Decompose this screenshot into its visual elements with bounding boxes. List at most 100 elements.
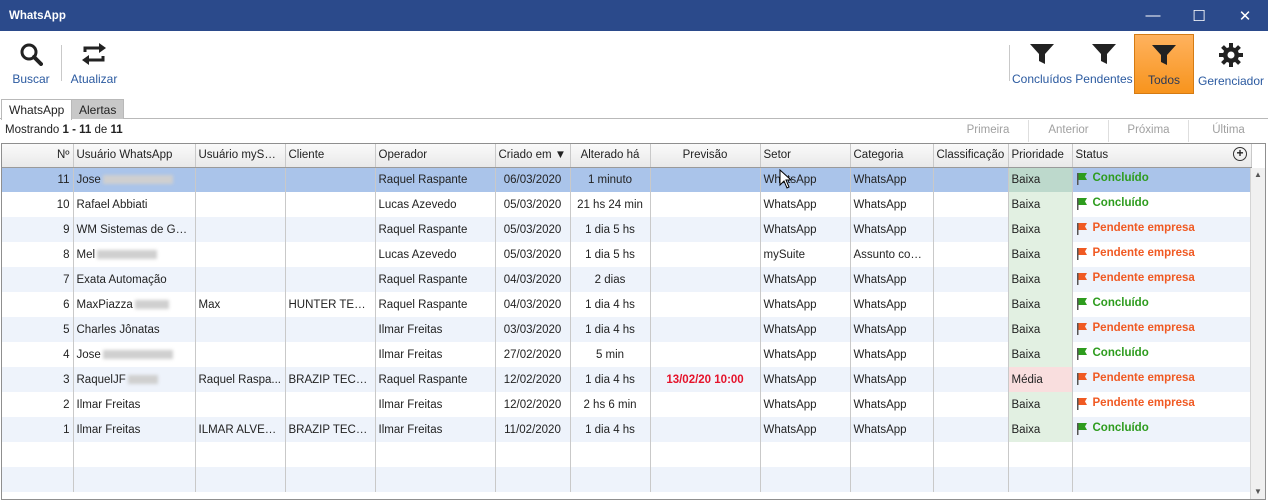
tab-strip: WhatsApp Alertas	[0, 97, 1268, 120]
cell-criado: 05/03/2020	[495, 217, 571, 242]
table-row[interactable]: 3 RaquelJF Raquel Raspa... BRAZIP TECNO... R…	[2, 367, 1252, 392]
cell-setor: mySuite	[760, 242, 851, 267]
status-badge: Pendente empresa	[1076, 372, 1195, 385]
last-page-button[interactable]: Última	[1188, 120, 1268, 142]
cell-operador: Ilmar Freitas	[375, 392, 496, 417]
atualizar-button[interactable]: Atualizar	[67, 34, 121, 94]
cell-previsao: 13/02/20 10:00	[650, 367, 761, 392]
empty-cell	[760, 442, 851, 467]
cell-cliente	[285, 317, 376, 342]
cell-classificacao	[933, 217, 1009, 242]
cell-cliente	[285, 267, 376, 292]
empty-cell	[195, 442, 286, 467]
cell-setor: WhatsApp	[760, 217, 851, 242]
todos-filter-button[interactable]: Todos	[1134, 34, 1194, 94]
status-badge: Concluído	[1076, 172, 1149, 185]
redacted-phone	[127, 374, 158, 384]
close-button[interactable]: ✕	[1222, 0, 1268, 31]
scroll-down-icon[interactable]: ▼	[1251, 485, 1265, 499]
cell-operador: Lucas Azevedo	[375, 192, 496, 217]
table-row[interactable]: 7 Exata Automação Raquel Raspante 04/03/202…	[2, 267, 1252, 292]
tab-whatsapp[interactable]: WhatsApp	[1, 99, 73, 120]
cell-status: Pendente empresa	[1072, 392, 1252, 417]
col-cliente[interactable]: Cliente	[285, 144, 376, 168]
cell-criado: 06/03/2020	[495, 167, 571, 192]
empty-row	[2, 467, 1252, 492]
col-user[interactable]: Usuário WhatsApp	[73, 144, 196, 168]
buscar-button[interactable]: Buscar	[6, 34, 56, 94]
scroll-up-icon[interactable]: ▲	[1251, 168, 1265, 182]
first-page-button[interactable]: Primeira	[948, 120, 1028, 142]
status-badge: Pendente empresa	[1076, 222, 1195, 235]
cell-prioridade: Baixa	[1008, 267, 1073, 292]
atualizar-label: Atualizar	[70, 72, 118, 86]
col-classificacao[interactable]: Classificação	[933, 144, 1009, 168]
cell-num: 6	[2, 292, 74, 317]
table-row[interactable]: 2 Ilmar Freitas Ilmar Freitas 12/02/2020 2 h…	[2, 392, 1252, 417]
redacted-phone	[102, 349, 173, 359]
buscar-label: Buscar	[12, 72, 50, 86]
pendentes-filter-button[interactable]: Pendentes	[1074, 34, 1134, 94]
table-row[interactable]: 11 Jose Raquel Raspante 06/03/2020 1 minuto W…	[2, 167, 1252, 192]
add-column-icon[interactable]: +	[1233, 147, 1247, 161]
col-prioridade[interactable]: Prioridade	[1008, 144, 1073, 168]
mouse-cursor-icon	[779, 169, 793, 189]
cell-user: Rafael Abbiati	[73, 192, 196, 217]
col-num[interactable]: Nº	[2, 144, 74, 168]
pendentes-label: Pendentes	[1075, 72, 1133, 86]
col-status[interactable]: Status	[1072, 144, 1252, 168]
status-text: Pendente empresa	[1092, 322, 1195, 334]
cell-setor: WhatsApp	[760, 367, 851, 392]
cell-alterado: 21 hs 24 min	[570, 192, 651, 217]
table-row[interactable]: 5 Charles Jônatas Ilmar Freitas 03/03/2020 1…	[2, 317, 1252, 342]
col-previsao[interactable]: Previsão	[650, 144, 761, 168]
record-count: Mostrando 1 - 11 de 11	[5, 124, 123, 136]
concluidos-filter-button[interactable]: Concluídos	[1012, 34, 1072, 94]
minimize-button[interactable]: —	[1130, 0, 1176, 31]
cell-status: Concluído	[1072, 292, 1252, 317]
cell-num: 8	[2, 242, 74, 267]
cell-categoria: WhatsApp	[850, 292, 934, 317]
cell-alterado: 1 dia 4 hs	[570, 292, 651, 317]
cell-mysuite: ILMAR ALVES ...	[195, 417, 286, 442]
redacted-phone	[102, 175, 173, 185]
table-row[interactable]: 10 Rafael Abbiati Lucas Azevedo 05/03/2020 2…	[2, 192, 1252, 217]
next-page-button[interactable]: Próxima	[1108, 120, 1188, 142]
col-mysuite[interactable]: Usuário mySuite	[195, 144, 286, 168]
cell-criado: 12/02/2020	[495, 367, 571, 392]
status-text: Pendente empresa	[1092, 372, 1195, 384]
table-row[interactable]: 6 MaxPiazza Max HUNTER TECN... Raquel Raspan…	[2, 292, 1252, 317]
cell-cliente: HUNTER TECN...	[285, 292, 376, 317]
tab-alertas[interactable]: Alertas	[71, 99, 125, 119]
cell-prioridade: Média	[1008, 367, 1073, 392]
empty-cell	[570, 467, 651, 492]
cell-categoria: WhatsApp	[850, 192, 934, 217]
status-badge: Pendente empresa	[1076, 272, 1195, 285]
cell-status: Concluído	[1072, 192, 1252, 217]
status-badge: Pendente empresa	[1076, 247, 1195, 260]
cell-user: Mel	[73, 242, 196, 267]
cell-user: Ilmar Freitas	[73, 417, 196, 442]
status-badge: Concluído	[1076, 197, 1149, 210]
cell-categoria: WhatsApp	[850, 342, 934, 367]
col-criado[interactable]: Criado em ▼	[495, 144, 571, 168]
cell-mysuite	[195, 167, 286, 192]
table-row[interactable]: 4 Jose Ilmar Freitas 27/02/2020 5 min WhatsAp…	[2, 342, 1252, 367]
table-row[interactable]: 8 Mel Lucas Azevedo 05/03/2020 1 dia 5 hs myS…	[2, 242, 1252, 267]
cell-criado: 27/02/2020	[495, 342, 571, 367]
maximize-button[interactable]: ☐	[1176, 0, 1222, 31]
cell-alterado: 2 hs 6 min	[570, 392, 651, 417]
table-row[interactable]: 9 WM Sistemas de Ges... Raquel Raspante 05/…	[2, 217, 1252, 242]
gerenciador-button[interactable]: Gerenciador	[1198, 34, 1264, 94]
col-alterado[interactable]: Alterado há	[570, 144, 651, 168]
prev-page-button[interactable]: Anterior	[1028, 120, 1108, 142]
status-text: Pendente empresa	[1092, 272, 1195, 284]
col-setor[interactable]: Setor	[760, 144, 851, 168]
col-categoria[interactable]: Categoria	[850, 144, 934, 168]
cell-cliente	[285, 192, 376, 217]
cell-status: Pendente empresa	[1072, 217, 1252, 242]
table-row[interactable]: 1 Ilmar Freitas ILMAR ALVES ... BRAZIP TECN…	[2, 417, 1252, 442]
vertical-scrollbar[interactable]: ▲ ▼	[1250, 168, 1265, 499]
cell-num: 2	[2, 392, 74, 417]
col-operador[interactable]: Operador	[375, 144, 496, 168]
